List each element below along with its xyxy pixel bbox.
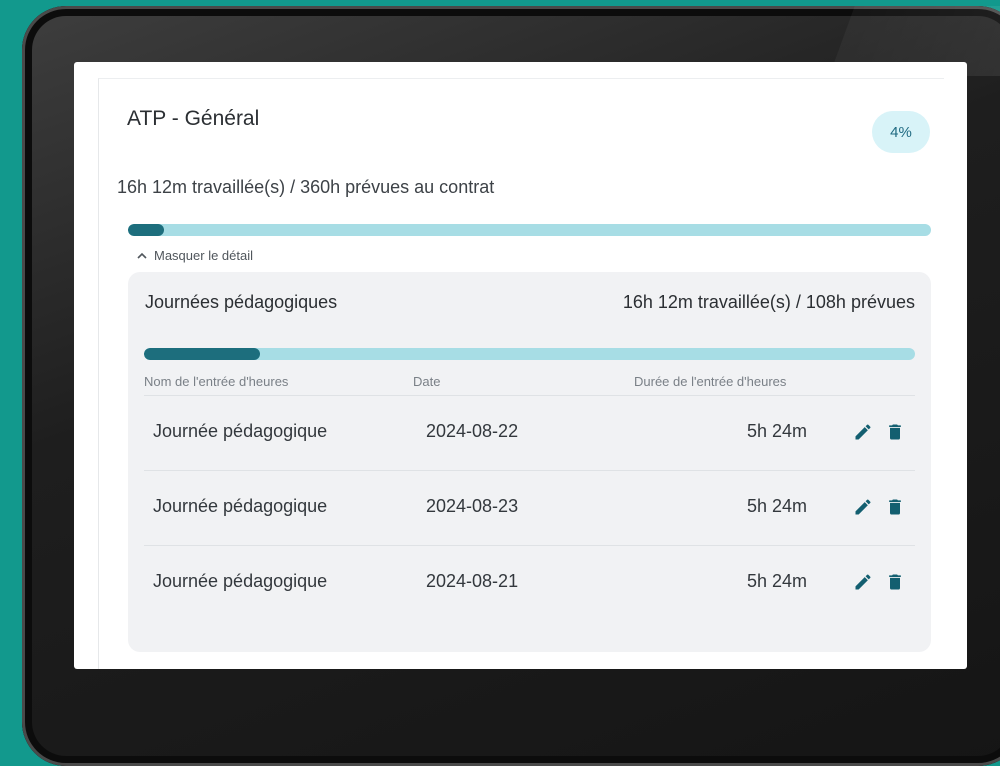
table-row: Journée pédagogique 2024-08-22 5h 24m <box>128 396 931 470</box>
hide-detail-toggle[interactable]: Masquer le détail <box>136 248 253 263</box>
app-screen: ATP - Général 4% 16h 12m travaillée(s) /… <box>74 62 967 669</box>
hide-detail-label: Masquer le détail <box>154 248 253 263</box>
overall-progress-fill <box>128 224 165 236</box>
section-summary: 16h 12m travaillée(s) / 108h prévues <box>622 292 915 312</box>
pencil-icon[interactable] <box>853 572 873 592</box>
entry-duration: 5h 24m <box>746 421 807 441</box>
entry-name: Journée pédagogique <box>153 571 328 591</box>
entry-duration: 5h 24m <box>746 571 807 591</box>
trash-icon[interactable] <box>885 572 905 592</box>
entry-date: 2024-08-21 <box>426 571 519 591</box>
entry-date: 2024-08-23 <box>426 496 519 516</box>
percent-badge: 4% <box>872 111 930 153</box>
trash-icon[interactable] <box>885 497 905 517</box>
card-title: ATP - Général <box>127 107 260 130</box>
chevron-up-icon <box>137 252 147 259</box>
table-row: Journée pédagogique 2024-08-21 5h 24m <box>128 546 931 620</box>
pencil-icon[interactable] <box>853 422 873 442</box>
section-title: Journées pédagogiques <box>145 292 338 312</box>
pencil-icon[interactable] <box>853 497 873 517</box>
column-header-duration: Durée de l'entrée d'heures <box>634 374 787 389</box>
contract-card: ATP - Général 4% 16h 12m travaillée(s) /… <box>98 78 944 669</box>
detail-panel: Journées pédagogiques 16h 12m travaillée… <box>128 272 931 652</box>
overall-progress-bar <box>128 224 931 236</box>
section-progress-fill <box>144 348 260 360</box>
section-progress-bar <box>144 348 915 360</box>
card-summary: 16h 12m travaillée(s) / 360h prévues au … <box>117 177 495 197</box>
table-row: Journée pédagogique 2024-08-23 5h 24m <box>128 471 931 545</box>
entry-name: Journée pédagogique <box>153 496 328 516</box>
trash-icon[interactable] <box>885 422 905 442</box>
column-header-date: Date <box>413 374 441 389</box>
entry-name: Journée pédagogique <box>153 421 328 441</box>
entry-duration: 5h 24m <box>746 496 807 516</box>
entry-date: 2024-08-22 <box>426 421 519 441</box>
column-header-name: Nom de l'entrée d'heures <box>144 374 289 389</box>
